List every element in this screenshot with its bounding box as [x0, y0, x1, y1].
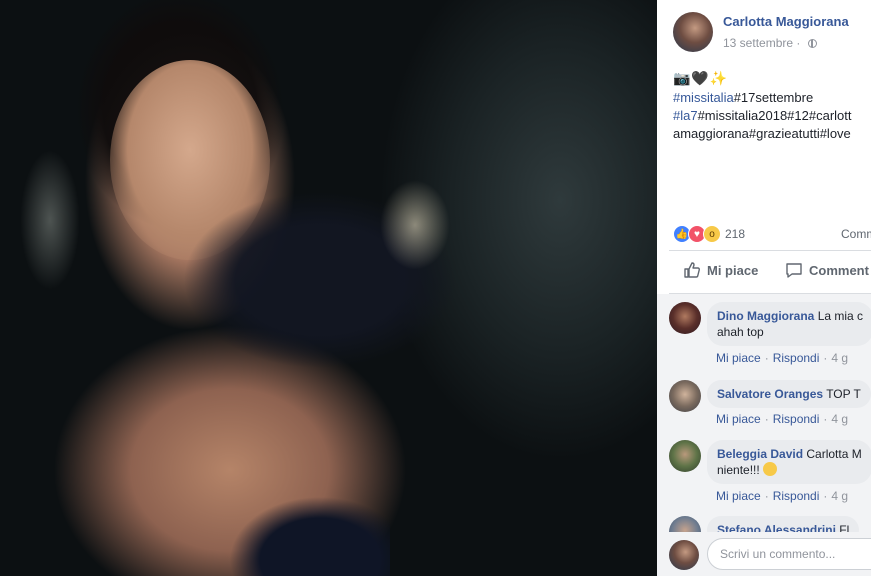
post-side-panel: Carlotta Maggiorana 13 settembre · 📷🖤✨ #…: [657, 0, 871, 576]
photo-clothing: [210, 470, 390, 576]
reactions-summary[interactable]: 👍 ♥ o 218: [673, 225, 745, 243]
comment-reply-link[interactable]: Rispondi: [773, 489, 820, 503]
comment-text: Carlotta M: [806, 447, 862, 461]
commenter-avatar[interactable]: [669, 380, 701, 412]
wow-reaction-icon: o: [703, 225, 721, 243]
hashtag-link[interactable]: #missitalia: [673, 90, 734, 105]
comment-time[interactable]: 4 g: [831, 489, 848, 503]
comment-text: ahah top: [717, 325, 764, 339]
post-meta: 13 settembre ·: [723, 36, 817, 50]
comment-button[interactable]: Comment: [785, 261, 869, 279]
like-button[interactable]: Mi piace: [683, 261, 758, 279]
comment-text: TOP T: [826, 387, 861, 401]
author-avatar[interactable]: [673, 12, 713, 52]
like-button-label: Mi piace: [707, 262, 759, 278]
globe-icon[interactable]: [807, 39, 817, 48]
photo-highlight: [380, 180, 450, 270]
commenter-name[interactable]: Salvatore Oranges: [717, 387, 823, 401]
comment-input[interactable]: Scrivi un commento...: [707, 538, 871, 570]
comment-bubble: Salvatore Oranges TOP T: [707, 380, 871, 408]
caption-text: amaggiorana#grazieatutti#love: [673, 126, 851, 141]
comment-like-link[interactable]: Mi piace: [716, 489, 761, 503]
comments-count-link[interactable]: Comm: [841, 227, 871, 241]
commenter-avatar[interactable]: [669, 302, 701, 334]
caption-line: amaggiorana#grazieatutti#love: [673, 125, 871, 143]
caption-text: #missitalia2018#12#carlott: [697, 108, 852, 123]
comment-like-link[interactable]: Mi piace: [716, 351, 761, 365]
post-caption: #missitalia#17settembre #la7#missitalia2…: [673, 89, 871, 143]
current-user-avatar: [669, 540, 699, 570]
comment-time[interactable]: 4 g: [831, 351, 848, 365]
comment-actions: Mi piace · Rispondi · 4 g: [716, 412, 849, 426]
post-date[interactable]: 13 settembre: [723, 36, 793, 50]
comment-actions: Mi piace · Rispondi · 4 g: [716, 351, 849, 365]
caption-line: #missitalia#17settembre: [673, 89, 871, 107]
caption-emojis: 📷🖤✨: [673, 70, 729, 86]
comment-bubble: Beleggia David Carlotta M niente!!!: [707, 440, 871, 484]
comment-reply-link[interactable]: Rispondi: [773, 412, 820, 426]
smile-emoji-icon: [763, 462, 778, 476]
author-name[interactable]: Carlotta Maggiorana: [723, 14, 849, 29]
caption-line: #la7#missitalia2018#12#carlott: [673, 107, 871, 125]
caption-text: #17settembre: [733, 90, 814, 105]
comment-like-link[interactable]: Mi piace: [716, 412, 761, 426]
reactions-count: 218: [725, 227, 746, 241]
commenter-name[interactable]: Beleggia David: [717, 447, 803, 461]
commenter-avatar[interactable]: [669, 440, 701, 472]
commenter-name[interactable]: Dino Maggiorana: [717, 309, 814, 323]
comment-text: niente!!!: [717, 463, 760, 477]
post-photo[interactable]: [0, 0, 657, 576]
comment-composer: Scrivi un commento...: [657, 532, 871, 576]
comment-reply-link[interactable]: Rispondi: [773, 351, 820, 365]
comment-time[interactable]: 4 g: [831, 412, 848, 426]
comment-button-label: Comment: [809, 262, 869, 278]
comment-icon: [786, 263, 802, 278]
comment-text: La mia c: [817, 309, 864, 323]
divider: [669, 250, 871, 251]
thumbs-up-icon: [684, 262, 700, 278]
comment-bubble: Dino Maggiorana La mia c ahah top: [707, 302, 871, 346]
hashtag-link[interactable]: #la7: [673, 108, 698, 123]
comment-actions: Mi piace · Rispondi · 4 g: [716, 489, 849, 503]
photo-scarf: [170, 160, 510, 480]
